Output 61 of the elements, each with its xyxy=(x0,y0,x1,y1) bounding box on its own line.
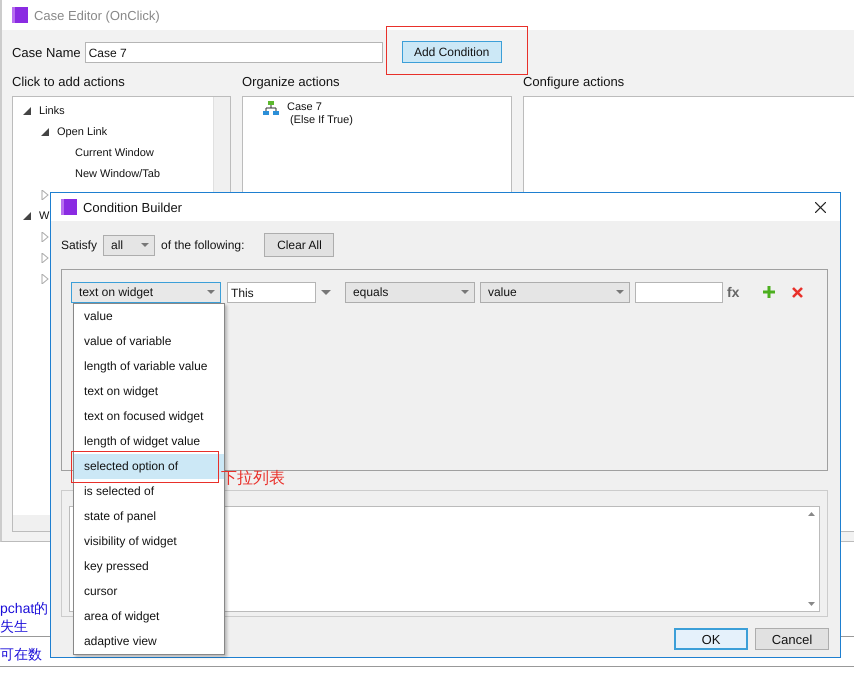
dropdown-option[interactable]: is selected of xyxy=(74,479,224,504)
dropdown-option[interactable]: length of variable value xyxy=(74,354,224,379)
add-icon[interactable] xyxy=(763,286,776,298)
section-label: Configure actions xyxy=(523,74,626,89)
dropdown-option[interactable]: state of panel xyxy=(74,504,224,529)
expanded-arrow-icon[interactable] xyxy=(23,106,31,114)
background-link-text: pchat的 xyxy=(0,600,48,618)
following-label: of the following: xyxy=(161,238,244,252)
dropdown-option[interactable]: text on focused widget xyxy=(74,404,224,429)
dropdown-option[interactable]: area of widget xyxy=(74,604,224,629)
collapsed-arrow-icon[interactable] xyxy=(41,232,49,242)
dropdown-option[interactable]: length of widget value xyxy=(74,429,224,454)
app-logo-icon xyxy=(61,199,77,215)
close-icon xyxy=(815,202,826,212)
background-link-text: 可在数 xyxy=(0,646,42,664)
expanded-arrow-icon[interactable] xyxy=(23,212,31,220)
tree-item[interactable]: New Window/Tab xyxy=(75,168,160,180)
scroll-up-icon[interactable] xyxy=(808,512,815,516)
case-condition: (Else If True) xyxy=(289,114,353,126)
function-button[interactable]: fx xyxy=(727,284,740,300)
dropdown-option[interactable]: text on widget xyxy=(74,379,224,404)
case-name[interactable]: Case 7 xyxy=(287,101,353,113)
section-label: Organize actions xyxy=(242,74,341,89)
section-label: Click to add actions xyxy=(12,74,126,89)
dropdown-option[interactable]: key pressed xyxy=(74,554,224,579)
dropdown-option[interactable]: cursor xyxy=(74,579,224,604)
case-name-field[interactable]: Case 7 xyxy=(84,42,383,62)
satisfy-dropdown[interactable]: all xyxy=(103,234,156,256)
collapsed-arrow-icon[interactable] xyxy=(41,274,49,284)
background-link-text: 失生 xyxy=(0,618,28,636)
dropdown-option[interactable]: selected option of xyxy=(74,454,224,479)
delete-icon[interactable] xyxy=(792,286,804,298)
clear-all-button[interactable]: Clear All xyxy=(264,233,334,257)
tree-item[interactable]: Links xyxy=(39,104,65,116)
collapsed-arrow-icon[interactable] xyxy=(41,252,49,262)
case-tree-icon xyxy=(263,101,279,115)
dialog-title: Condition Builder xyxy=(83,200,182,214)
collapsed-arrow-icon[interactable] xyxy=(41,190,49,200)
tree-item[interactable]: Open Link xyxy=(57,126,108,138)
expanded-arrow-icon[interactable] xyxy=(41,128,49,136)
annotation-label: 下拉列表 xyxy=(221,468,285,489)
ok-button[interactable]: OK xyxy=(674,628,748,650)
dropdown-option[interactable]: value xyxy=(74,304,224,329)
close-button[interactable] xyxy=(815,202,826,212)
cancel-button[interactable]: Cancel xyxy=(755,628,829,650)
dropdown-option[interactable]: visibility of widget xyxy=(74,529,224,554)
case-name-label: Case Name xyxy=(12,44,81,60)
value-type-dropdown[interactable]: value xyxy=(480,282,630,302)
scroll-down-icon[interactable] xyxy=(808,602,815,606)
operator-dropdown[interactable]: equals xyxy=(345,282,475,302)
caret-icon[interactable] xyxy=(321,290,331,294)
value-field[interactable] xyxy=(635,282,723,302)
condition-source-dropdown[interactable]: text on widget xyxy=(71,282,221,302)
dropdown-option[interactable]: adaptive view xyxy=(74,629,224,654)
tree-item[interactable]: Current Window xyxy=(75,146,154,158)
window-title: Case Editor (OnClick) xyxy=(34,8,160,22)
app-logo-icon xyxy=(12,7,28,23)
target-field[interactable]: This xyxy=(227,282,316,302)
satisfy-label: Satisfy xyxy=(61,238,98,252)
dropdown-option[interactable]: value of variable xyxy=(74,329,224,354)
add-condition-button[interactable]: Add Condition xyxy=(402,41,502,63)
